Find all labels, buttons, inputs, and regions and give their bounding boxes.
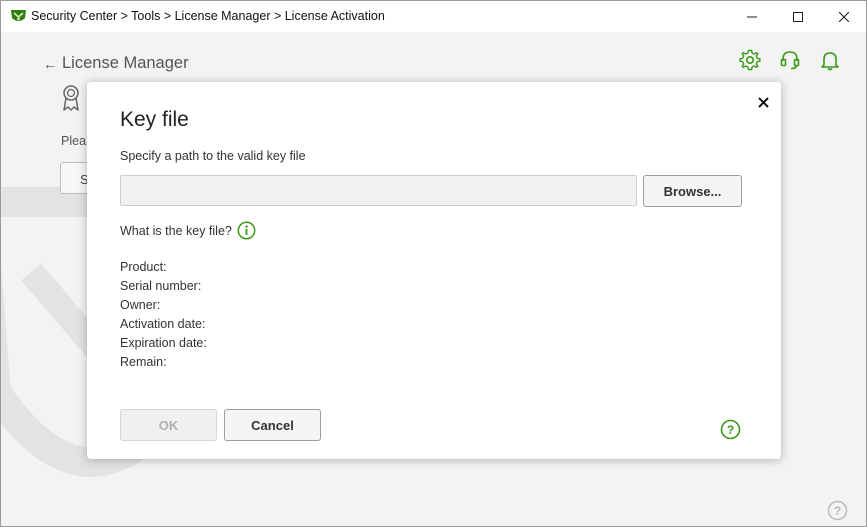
maximize-button[interactable] (775, 1, 821, 32)
serial-number-label: Serial number: (120, 279, 202, 293)
certificate-icon (63, 85, 79, 111)
dialog-close-button[interactable] (755, 94, 771, 110)
window-close-button[interactable] (821, 1, 866, 32)
minimize-button[interactable] (729, 1, 775, 32)
minimize-icon (747, 16, 757, 17)
close-icon (757, 96, 769, 108)
dialog-title: Key file (120, 108, 189, 131)
product-label: Product: (120, 260, 167, 274)
remain-label: Remain: (120, 355, 167, 369)
activation-date-label: Activation date: (120, 317, 206, 331)
license-hint-text: Plea (61, 134, 87, 148)
close-icon (839, 11, 849, 22)
maximize-icon (793, 11, 803, 22)
what-is-key-file-row: What is the key file? (120, 221, 256, 240)
what-is-key-file-label: What is the key file? (120, 223, 232, 238)
gear-icon[interactable] (739, 49, 761, 71)
svg-text:?: ? (727, 423, 734, 437)
path-instruction: Specify a path to the valid key file (120, 149, 306, 163)
window-title: Security Center > Tools > License Manage… (31, 9, 385, 23)
info-icon[interactable] (237, 221, 256, 240)
key-file-dialog: Key file Specify a path to the valid key… (87, 82, 781, 459)
arrow-left-icon: ← (43, 55, 57, 72)
question-icon[interactable]: ? (827, 500, 848, 521)
expiration-date-label: Expiration date: (120, 336, 207, 350)
key-file-path-input[interactable] (120, 175, 637, 206)
title-bar: Security Center > Tools > License Manage… (1, 1, 866, 32)
owner-label: Owner: (120, 298, 161, 312)
app-window: Security Center > Tools > License Manage… (0, 0, 867, 527)
headset-icon[interactable] (779, 49, 801, 71)
svg-text:?: ? (834, 504, 841, 518)
app-logo-icon (11, 10, 26, 21)
cancel-button[interactable]: Cancel (224, 409, 321, 441)
ok-button[interactable]: OK (120, 409, 217, 441)
back-link-label: License Manager (62, 54, 189, 72)
license-info-fields: Product: Serial number: Owner: Activatio… (120, 258, 207, 372)
question-icon[interactable]: ? (720, 419, 741, 440)
back-to-license-manager[interactable]: ← License Manager (43, 54, 189, 73)
browse-button[interactable]: Browse... (643, 175, 742, 207)
bell-icon[interactable] (819, 49, 841, 71)
